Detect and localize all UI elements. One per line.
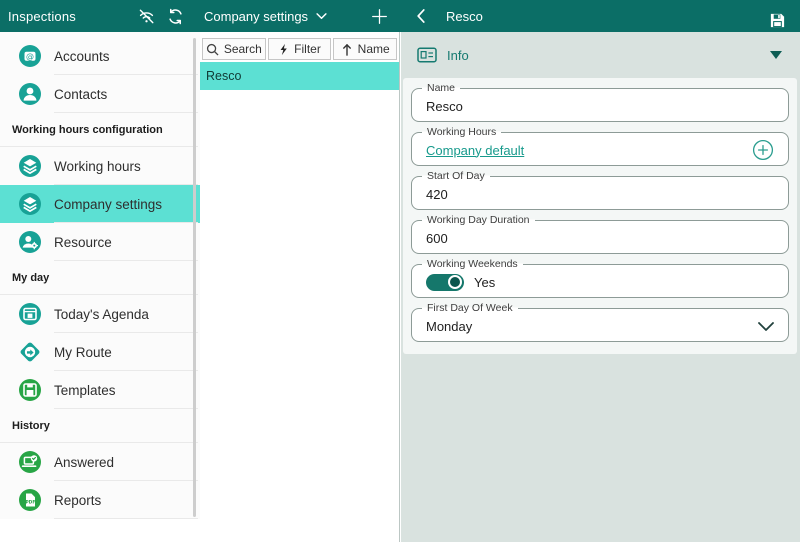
answered-icon	[18, 450, 42, 474]
start-of-day-field[interactable]: Start Of Day 420	[411, 176, 789, 210]
info-section-header[interactable]: Info	[401, 32, 800, 78]
info-form-icon	[417, 47, 437, 63]
working-weekends-toggle[interactable]	[426, 274, 464, 291]
save-button[interactable]	[764, 7, 790, 33]
start-of-day-field-value: 420	[426, 187, 448, 202]
topbar-left: Inspections	[0, 0, 200, 32]
sidebar-item-company-settings[interactable]: Company settings	[0, 185, 200, 223]
sidebar-scrollbar[interactable]	[193, 38, 196, 517]
working-day-duration-field-label: Working Day Duration	[422, 214, 535, 226]
filter-lightning-icon	[278, 43, 289, 56]
add-working-hours-button[interactable]	[752, 139, 774, 161]
sync-icon[interactable]	[162, 3, 188, 29]
app-title: Inspections	[8, 9, 76, 24]
list-toolbar: Search Filter Name	[202, 38, 397, 60]
detail-title: Resco	[446, 9, 483, 24]
sidebar-item-label: My Route	[54, 345, 112, 360]
first-day-of-week-field[interactable]: First Day Of Week Monday	[411, 308, 789, 342]
sidebar-section-history: History	[0, 409, 200, 443]
filter-button[interactable]: Filter	[268, 38, 332, 60]
entity-selector-label: Company settings	[204, 9, 308, 24]
sidebar-item-my-route[interactable]: My Route	[0, 333, 200, 371]
svg-text:PDF: PDF	[25, 500, 35, 506]
sidebar-item-resource[interactable]: Resource	[0, 223, 200, 261]
template-icon	[18, 378, 42, 402]
topbar-middle: Company settings	[200, 0, 400, 32]
working-hours-field-label: Working Hours	[422, 126, 501, 138]
working-day-duration-field-value: 600	[426, 231, 448, 246]
sidebar-item-accounts[interactable]: @ Accounts	[0, 37, 200, 75]
svg-text:@: @	[26, 52, 34, 61]
working-hours-link[interactable]: Company default	[426, 143, 524, 158]
back-button[interactable]	[408, 3, 434, 29]
list-item-resco[interactable]: Resco	[200, 62, 399, 90]
sidebar-section-working-hours-configuration: Working hours configuration	[0, 113, 200, 147]
working-hours-field[interactable]: Working Hours Company default	[411, 132, 789, 166]
search-icon	[206, 43, 219, 56]
record-list-panel: Search Filter Name Resco	[200, 32, 400, 542]
sidebar-section-my-day: My day	[0, 261, 200, 295]
name-field-value: Resco	[426, 99, 463, 114]
collapse-triangle-icon[interactable]	[770, 51, 782, 59]
working-weekends-field-label: Working Weekends	[422, 258, 523, 270]
chevron-left-icon	[417, 9, 425, 23]
sidebar-item-label: Working hours	[54, 159, 141, 174]
detail-panel: Info Name Resco Working Hours Company de…	[401, 32, 800, 542]
sidebar-item-label: Accounts	[54, 49, 110, 64]
resource-icon	[18, 230, 42, 254]
calendar-icon	[18, 302, 42, 326]
sidebar-item-todays-agenda[interactable]: Today's Agenda	[0, 295, 200, 333]
entity-selector[interactable]: Company settings	[204, 9, 327, 24]
layers-icon	[18, 192, 42, 216]
sidebar-item-templates[interactable]: Templates	[0, 371, 200, 409]
sidebar: @ Accounts Contacts Working hours config…	[0, 32, 200, 519]
working-day-duration-field[interactable]: Working Day Duration 600	[411, 220, 789, 254]
record-list: Resco	[200, 62, 399, 90]
sidebar-item-label: Answered	[54, 455, 114, 470]
name-field-label: Name	[422, 82, 460, 94]
sidebar-item-label: Today's Agenda	[54, 307, 149, 322]
accounts-icon: @	[18, 44, 42, 68]
sidebar-item-label: Company settings	[54, 197, 162, 212]
working-weekends-value: Yes	[474, 275, 495, 290]
add-record-button[interactable]	[366, 3, 392, 29]
layers-icon	[18, 154, 42, 178]
select-chevron-icon[interactable]	[758, 322, 774, 331]
sidebar-item-contacts[interactable]: Contacts	[0, 75, 200, 113]
plus-icon	[371, 8, 388, 25]
info-form: Name Resco Working Hours Company default…	[403, 78, 797, 354]
search-button[interactable]: Search	[202, 38, 266, 60]
app-window: Inspections Company se	[0, 0, 800, 542]
sidebar-list: @ Accounts Contacts Working hours config…	[0, 32, 200, 519]
search-label: Search	[224, 42, 262, 56]
sidebar-item-label: Reports	[54, 493, 101, 508]
sidebar-item-answered[interactable]: Answered	[0, 443, 200, 481]
sidebar-item-label: Templates	[54, 383, 116, 398]
first-day-of-week-value: Monday	[426, 319, 472, 334]
route-icon	[18, 340, 42, 364]
sidebar-item-reports[interactable]: PDF Reports	[0, 481, 200, 519]
start-of-day-field-label: Start Of Day	[422, 170, 490, 182]
sort-label: Name	[358, 42, 390, 56]
sidebar-item-label: Resource	[54, 235, 112, 250]
topbar: Inspections Company se	[0, 0, 800, 32]
name-field[interactable]: Name Resco	[411, 88, 789, 122]
pdf-report-icon: PDF	[18, 488, 42, 512]
offline-icon	[133, 3, 159, 29]
sidebar-item-working-hours[interactable]: Working hours	[0, 147, 200, 185]
filter-label: Filter	[294, 42, 321, 56]
chevron-down-icon	[316, 13, 327, 20]
info-section-title: Info	[447, 48, 469, 63]
save-icon	[769, 12, 786, 29]
sort-ascending-icon	[341, 43, 353, 56]
contacts-icon	[18, 82, 42, 106]
toggle-knob	[448, 275, 462, 289]
working-weekends-field[interactable]: Working Weekends Yes	[411, 264, 789, 298]
sort-button[interactable]: Name	[333, 38, 397, 60]
sidebar-item-label: Contacts	[54, 87, 107, 102]
first-day-of-week-field-label: First Day Of Week	[422, 302, 518, 314]
plus-circle-icon	[752, 139, 774, 161]
topbar-right: Resco	[400, 0, 800, 32]
